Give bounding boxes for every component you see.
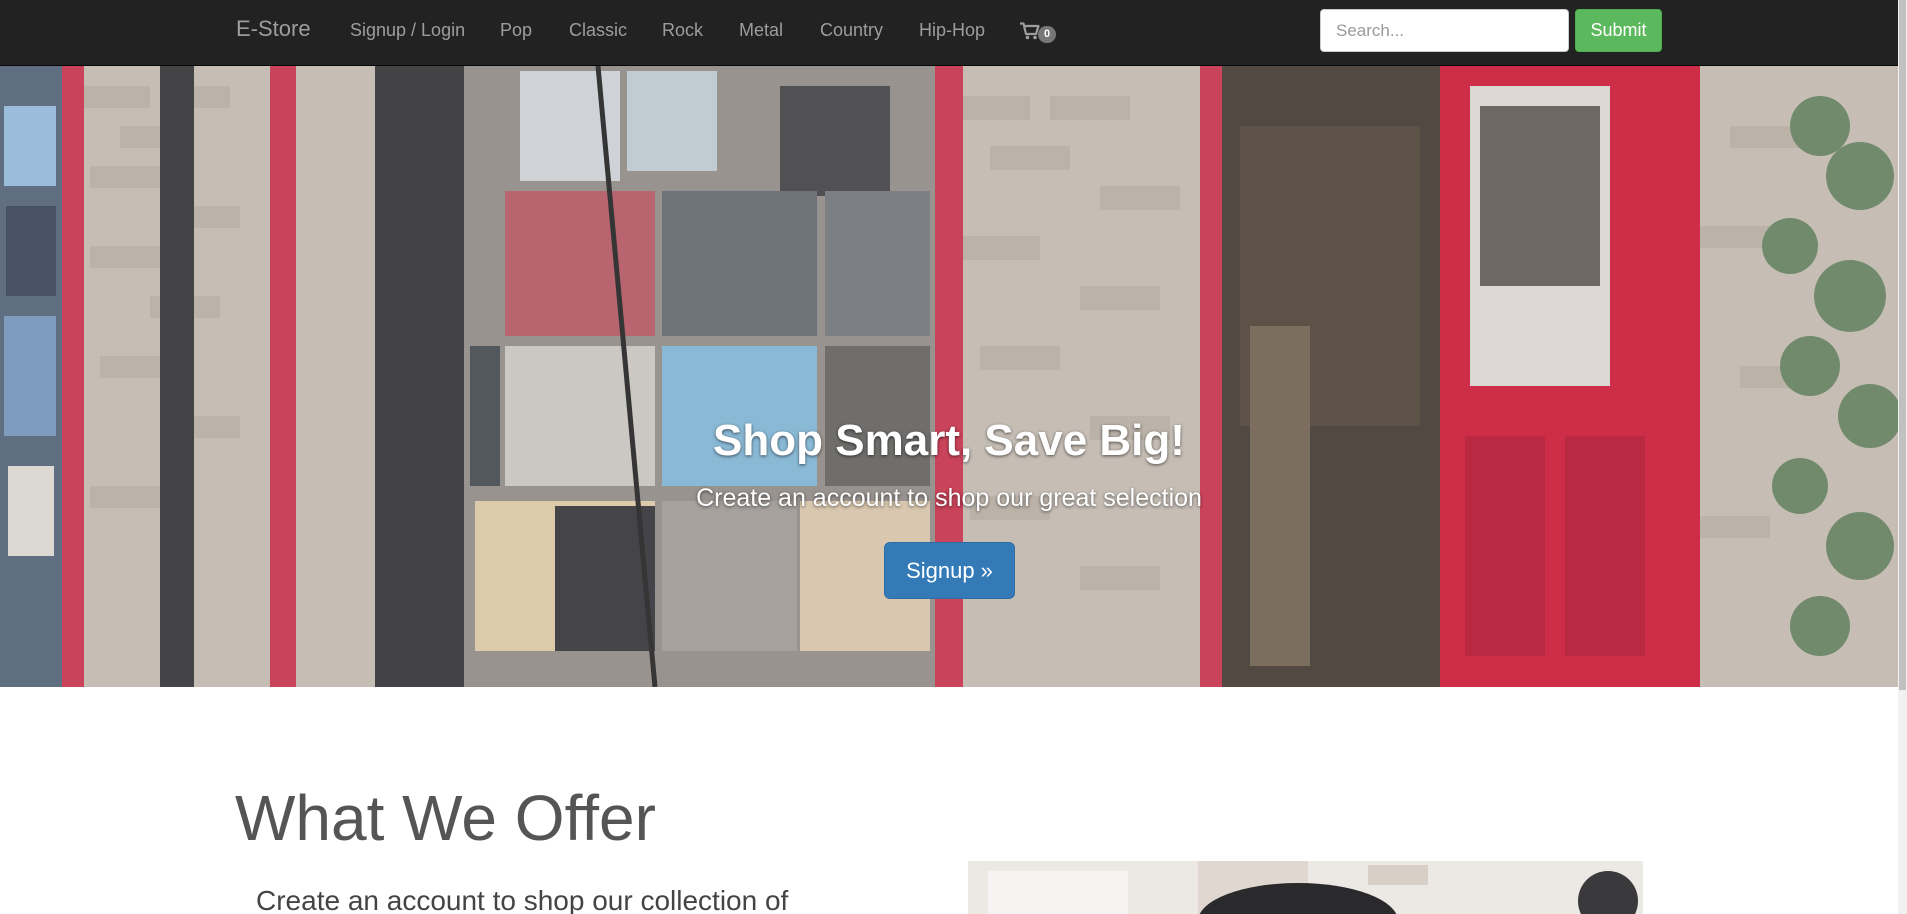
hero-subtitle: Create an account to shop our great sele…: [696, 484, 1202, 512]
search-submit-button[interactable]: Submit: [1575, 9, 1662, 52]
nav-link-country[interactable]: Country: [820, 19, 883, 41]
nav-link-pop[interactable]: Pop: [500, 19, 532, 41]
cart-button[interactable]: 0: [1020, 20, 1064, 46]
offer-description: Create an account to shop our collection…: [256, 885, 789, 914]
nav-link-hip-hop[interactable]: Hip-Hop: [919, 19, 985, 41]
hero-banner: Shop Smart, Save Big! Create an account …: [0, 66, 1898, 687]
nav-link-metal[interactable]: Metal: [739, 19, 783, 41]
brand-logo-link[interactable]: E-Store: [236, 16, 311, 42]
hero-signup-button[interactable]: Signup »: [884, 542, 1015, 599]
nav-link-rock[interactable]: Rock: [662, 19, 703, 41]
page-scrollbar[interactable]: [1898, 0, 1907, 914]
vinyl-record-photo: [968, 861, 1643, 914]
nav-link-classic[interactable]: Classic: [569, 19, 627, 41]
cart-count-badge: 0: [1038, 26, 1056, 43]
top-navbar: E-Store Signup / Login Pop Classic Rock …: [0, 0, 1898, 66]
shopping-cart-icon: [1020, 22, 1040, 40]
scrollbar-thumb[interactable]: [1899, 0, 1906, 690]
hero-title: Shop Smart, Save Big!: [713, 416, 1185, 465]
nav-link-signup-login[interactable]: Signup / Login: [350, 19, 465, 41]
offer-heading: What We Offer: [235, 782, 656, 854]
search-input[interactable]: [1320, 9, 1569, 52]
